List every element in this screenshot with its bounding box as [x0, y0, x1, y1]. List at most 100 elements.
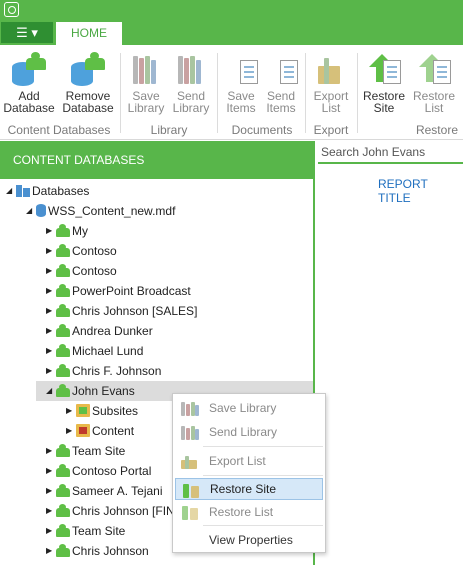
restore-list-icon: [417, 52, 451, 86]
expand-toggle-icon[interactable]: ▶: [46, 321, 56, 341]
expand-toggle-icon[interactable]: ▶: [66, 421, 76, 441]
tree-node-label: Chris Johnson [FIN: [72, 504, 175, 518]
button-label: Items: [266, 101, 296, 115]
tree-node-site[interactable]: ▶ Chris Johnson: [46, 541, 149, 561]
menu-item-send-library[interactable]: Send Library: [175, 421, 323, 443]
menu-item-label: Send Library: [209, 425, 278, 439]
tree-node-label: PowerPoint Broadcast: [72, 284, 191, 298]
expand-toggle-icon[interactable]: ▶: [46, 481, 56, 501]
collapse-toggle-icon[interactable]: ◢: [6, 181, 16, 201]
button-label: Library: [127, 101, 165, 115]
app-menu-button[interactable]: ☰ ▾: [1, 22, 53, 43]
site-icon: [56, 504, 70, 517]
tree-node-label: Chris F. Johnson: [72, 364, 162, 378]
menu-item-view-properties[interactable]: View Properties: [175, 529, 323, 551]
tree-node-subsites[interactable]: ▶ Subsites: [66, 401, 138, 421]
expand-toggle-icon[interactable]: ▶: [46, 281, 56, 301]
search-box[interactable]: [318, 142, 463, 164]
menu-item-export-list[interactable]: Export List: [175, 450, 323, 472]
tree-node-content[interactable]: ▶ Content: [66, 421, 134, 441]
tree-node-site[interactable]: ▶ Contoso: [46, 241, 117, 261]
menu-item-save-library[interactable]: Save Library: [175, 397, 323, 419]
expand-toggle-icon[interactable]: ▶: [46, 541, 56, 561]
add-database-button[interactable]: Add Database: [3, 52, 55, 114]
send-items-icon: [264, 52, 298, 86]
site-icon: [56, 324, 70, 337]
tree-node-site[interactable]: ▶ PowerPoint Broadcast: [46, 281, 191, 301]
restore-site-icon: [367, 52, 401, 86]
tree-node-site[interactable]: ▶ Sameer A. Tejani: [46, 481, 163, 501]
save-items-button[interactable]: Save Items: [222, 52, 260, 114]
search-input[interactable]: [321, 145, 461, 159]
tree-node-site[interactable]: ▶ Chris Johnson [FIN: [46, 501, 175, 521]
expand-toggle-icon[interactable]: ▶: [46, 241, 56, 261]
expand-toggle-icon[interactable]: ▶: [46, 341, 56, 361]
site-icon: [56, 444, 70, 457]
tree-node-site[interactable]: ▶ Andrea Dunker: [46, 321, 153, 341]
expand-toggle-icon[interactable]: ▶: [46, 501, 56, 521]
content-databases-panel-header: CONTENT DATABASES: [0, 141, 314, 179]
group-label-restore: Restore: [415, 123, 458, 137]
remove-database-button[interactable]: Remove Database: [60, 52, 116, 114]
expand-toggle-icon[interactable]: ▶: [46, 261, 56, 281]
tree-node-site[interactable]: ▶ Chris F. Johnson: [46, 361, 161, 381]
tree-node-site[interactable]: ▶ Michael Lund: [46, 341, 143, 361]
expand-toggle-icon[interactable]: ▶: [46, 301, 56, 321]
restore-list-button[interactable]: Restore List: [412, 52, 456, 114]
tree-node-site[interactable]: ▶ Team Site: [46, 441, 125, 461]
send-library-button[interactable]: Send Library: [170, 52, 212, 114]
menu-item-label: Export List: [209, 454, 266, 468]
tree-node-label: Team Site: [72, 444, 126, 458]
expand-toggle-icon[interactable]: ▶: [46, 361, 56, 381]
database-icon: [36, 204, 46, 217]
site-icon: [56, 344, 70, 357]
subsites-folder-icon: [76, 404, 90, 417]
tree-node-site[interactable]: ▶ Team Site: [46, 521, 125, 541]
site-icon: [56, 464, 70, 477]
restore-site-icon: [182, 482, 200, 498]
collapse-toggle-icon[interactable]: ◢: [26, 201, 36, 221]
context-menu: Save Library Send Library Export List Re…: [172, 393, 326, 553]
group-label-documents: Documents: [231, 123, 293, 137]
tree-node-label: WSS_Content_new.mdf: [48, 204, 176, 218]
menu-item-label: Restore List: [209, 505, 274, 519]
ribbon-separator: [120, 53, 121, 133]
menu-item-restore-site[interactable]: Restore Site: [175, 478, 323, 500]
button-label: List: [321, 101, 341, 115]
tree-node-site[interactable]: ▶ Contoso: [46, 261, 117, 281]
remove-database-icon: [71, 52, 105, 86]
tree-node-label: Databases: [32, 184, 90, 198]
databases-icon: [16, 184, 30, 197]
export-list-button[interactable]: Export List: [310, 52, 352, 114]
site-icon: [56, 224, 70, 237]
expand-toggle-icon[interactable]: ▶: [46, 461, 56, 481]
tree-node-site[interactable]: ▶ Chris Johnson [SALES]: [46, 301, 197, 321]
tree-node-databases[interactable]: ◢ Databases: [6, 181, 89, 201]
ribbon-tab-row: ☰ ▾ HOME: [0, 20, 463, 45]
report-title-link[interactable]: REPORT TITLE: [378, 177, 463, 205]
expand-toggle-icon[interactable]: ▶: [46, 521, 56, 541]
send-items-button[interactable]: Send Items: [262, 52, 300, 114]
restore-site-button[interactable]: Restore Site: [362, 52, 406, 114]
menu-item-label: View Properties: [209, 533, 293, 547]
site-icon: [56, 304, 70, 317]
save-library-button[interactable]: Save Library: [125, 52, 167, 114]
menu-item-label: Save Library: [209, 401, 277, 415]
expand-toggle-icon[interactable]: ▶: [46, 221, 56, 241]
expand-toggle-icon[interactable]: ▶: [66, 401, 76, 421]
button-label: Items: [226, 101, 256, 115]
tree-node-label: My: [72, 224, 88, 238]
button-label: Database: [3, 101, 55, 115]
title-bar: [0, 0, 463, 20]
menu-separator: [203, 475, 323, 476]
tree-node-label: Andrea Dunker: [72, 324, 153, 338]
tab-home[interactable]: HOME: [56, 22, 122, 45]
expand-toggle-icon[interactable]: ▶: [46, 441, 56, 461]
tree-node-database[interactable]: ◢ WSS_Content_new.mdf: [26, 201, 175, 221]
collapse-toggle-icon[interactable]: ◢: [46, 381, 56, 401]
tree-node-site[interactable]: ▶ Contoso Portal: [46, 461, 151, 481]
menu-item-restore-list[interactable]: Restore List: [175, 501, 323, 523]
content-folder-icon: [76, 424, 90, 437]
tree-node-site[interactable]: ▶ My: [46, 221, 88, 241]
tree-node-label: Team Site: [72, 524, 126, 538]
